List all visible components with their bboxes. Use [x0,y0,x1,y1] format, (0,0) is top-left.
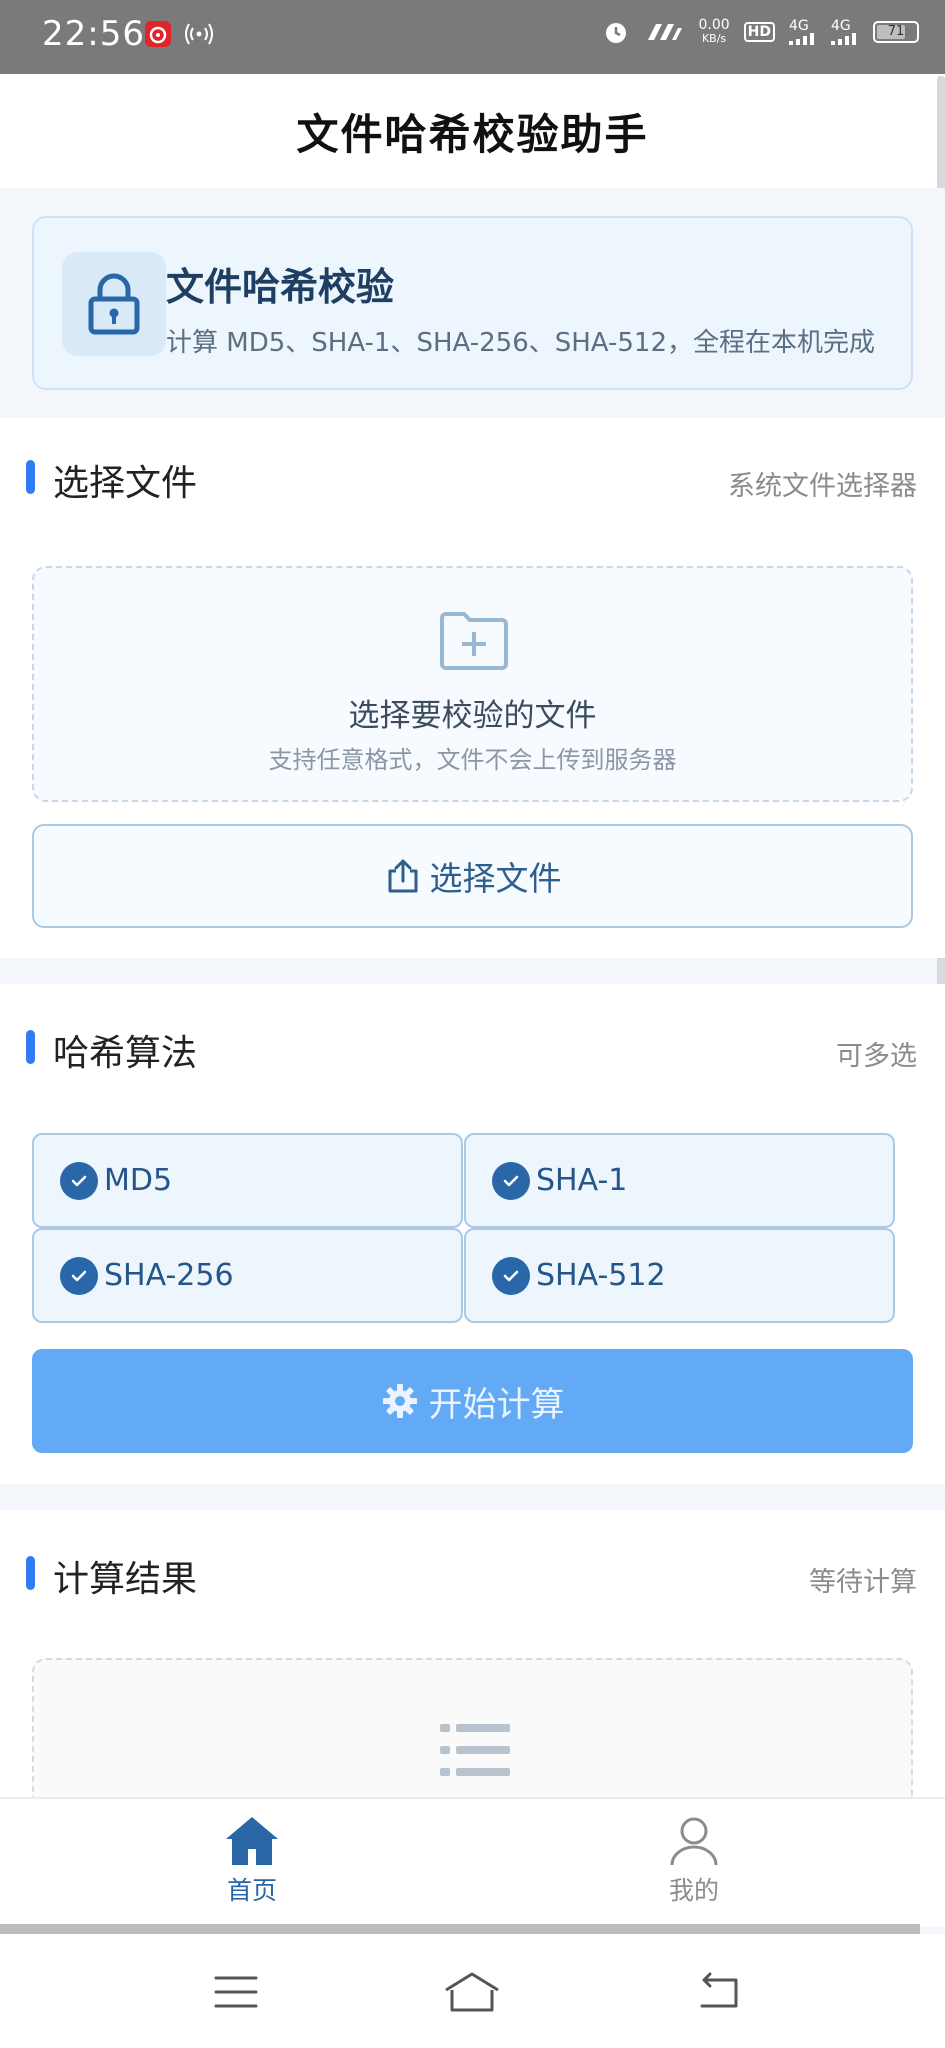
section-accent-bar [26,1030,35,1064]
select-file-button[interactable]: 选择文件 [32,824,913,928]
algo-option-label: SHA-1 [536,1163,628,1198]
home-icon [226,1817,278,1865]
algo-option-label: MD5 [104,1163,173,1198]
algorithm-section: 哈希算法 可多选 MD5 SHA-1 SHA-256 SHA-512 开始计算 [0,984,945,1484]
music-app-icon [144,20,172,48]
home-button-icon[interactable] [442,1964,502,2020]
results-section: 计算结果 等待计算 [0,1510,945,1818]
section-accent-bar [26,460,35,494]
algo-option-label: SHA-256 [104,1258,234,1293]
system-nav-bar [0,1934,945,2048]
select-file-button-label: 选择文件 [429,859,562,898]
algo-option-sha1[interactable]: SHA-1 [464,1133,895,1228]
start-calculation-button[interactable]: 开始计算 [32,1349,913,1453]
hd-badge: HD [743,22,775,42]
divider [0,1924,920,1934]
select-file-section: 选择文件 系统文件选择器 选择要校验的文件 支持任意格式，文件不会上传到服务器 … [0,418,945,958]
signal-bars-icon [644,20,684,44]
results-placeholder [32,1658,913,1818]
hero-title: 文件哈希校验 [166,265,395,309]
page-title: 文件哈希校验助手 [296,109,649,159]
cell-signal-icon [789,33,814,45]
menu-icon[interactable] [206,1964,266,2020]
app-header: 文件哈希校验助手 [0,74,945,188]
cell-signal-icon-2 [831,33,856,45]
algo-option-md5[interactable]: MD5 [32,1133,463,1228]
list-icon [440,1724,510,1784]
user-icon [670,1817,718,1866]
hero-subtitle: 计算 MD5、SHA-1、SHA-256、SHA-512，全程在本机完成 [166,328,876,358]
folder-plus-icon [438,608,510,676]
section-title: 计算结果 [53,1559,198,1600]
file-dropzone[interactable]: 选择要校验的文件 支持任意格式，文件不会上传到服务器 [32,566,913,802]
algo-option-sha256[interactable]: SHA-256 [32,1228,463,1323]
dropzone-subtitle: 支持任意格式，文件不会上传到服务器 [268,746,677,774]
hero-section: 文件哈希校验 计算 MD5、SHA-1、SHA-256、SHA-512，全程在本… [0,188,945,418]
nav-home-label: 首页 [226,1876,277,1905]
algo-option-label: SHA-512 [536,1258,666,1293]
dropzone-title: 选择要校验的文件 [348,698,597,734]
battery-icon: 71 [873,21,919,43]
net-speed-value: 0.00 [698,17,730,33]
hero-card: 文件哈希校验 计算 MD5、SHA-1、SHA-256、SHA-512，全程在本… [32,216,913,390]
check-icon [60,1256,98,1295]
section-title: 选择文件 [53,463,198,504]
algo-option-sha512[interactable]: SHA-512 [464,1228,895,1323]
battery-level: 71 [887,24,905,39]
nav-me-label: 我的 [668,1876,719,1905]
upload-icon [388,859,417,893]
bottom-nav: 首页 我的 [0,1797,945,1927]
network-type-1: 4G [789,18,809,34]
nav-home[interactable]: 首页 [152,1815,352,1907]
section-accent-bar [26,1556,35,1590]
section-meta: 可多选 [836,1041,917,1072]
net-speed-unit: KB/s [701,32,727,45]
section-meta: 系统文件选择器 [728,471,917,502]
nav-me[interactable]: 我的 [594,1815,794,1907]
start-calculation-label: 开始计算 [428,1384,565,1425]
status-time: 22:56 [42,14,145,54]
hero-icon-box [62,252,166,356]
hotspot-icon [184,20,214,48]
section-title: 哈希算法 [53,1033,198,1074]
section-meta: 等待计算 [809,1567,917,1598]
alarm-icon [602,18,630,46]
check-icon [492,1256,530,1295]
gear-icon [382,1384,417,1418]
check-icon [492,1161,530,1200]
status-bar: 22:56 0.00 KB/s HD 4G 4G 71 [0,0,945,74]
network-type-2: 4G [831,18,851,34]
check-icon [60,1161,98,1200]
back-icon[interactable] [688,1964,748,2020]
lock-icon [88,273,140,335]
